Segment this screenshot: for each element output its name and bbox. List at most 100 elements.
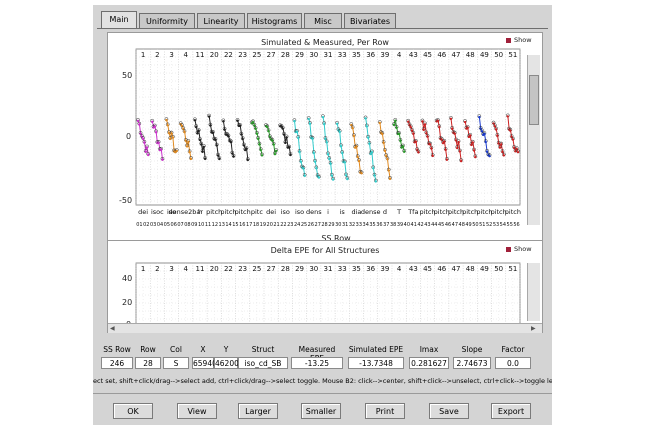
bottom-plot-canvas[interactable]: 1 2 3 4 11 20 22 23 25 27 28 29 30 31 33 35 36 39 4 43 45 46 4…	[108, 241, 542, 332]
bottom-column-label: 28	[281, 265, 290, 273]
bottom-vertical-scrollbar[interactable]	[527, 263, 540, 321]
table-value-8[interactable]: 0.281627	[409, 357, 449, 369]
smaller-button[interactable]: Smaller	[301, 403, 341, 419]
x-tick-label: 31	[342, 222, 348, 228]
bottom-column-label: 20	[210, 265, 219, 273]
top-struct-labels: dei isoc isodense2barh pitchpitchpitch pitc d…	[138, 208, 521, 216]
top-column-label: 36	[366, 51, 375, 59]
x-tick-label: 05	[164, 222, 170, 228]
top-column-label: 46	[437, 51, 446, 59]
x-tick-label: 23	[287, 222, 293, 228]
table-value-3[interactable]: 65940	[192, 357, 217, 369]
struct-label: Tfa	[407, 208, 418, 216]
x-tick-label: 01	[136, 222, 142, 228]
scroll-left-arrow-icon[interactable]: ◀	[110, 325, 115, 332]
larger-button[interactable]: Larger	[238, 403, 278, 419]
x-tick-label: 55	[507, 222, 513, 228]
top-column-label: 48	[466, 51, 475, 59]
tab-main[interactable]: Main	[101, 11, 137, 28]
x-tick-label: 11	[205, 222, 211, 228]
ok-button[interactable]: OK	[113, 403, 153, 419]
x-tick-label: 42	[417, 222, 423, 228]
top-column-label: 47	[452, 51, 461, 59]
top-column-label: 3	[169, 51, 173, 59]
x-tick-label: 51	[479, 222, 485, 228]
top-column-label: 28	[281, 51, 290, 59]
bottom-horizontal-scrollbar[interactable]: ◀ ▶	[108, 323, 542, 333]
top-column-label: 39	[380, 51, 389, 59]
tab-linearity[interactable]: Linearity	[197, 13, 245, 28]
bottom-column-label: 49	[480, 265, 489, 273]
table-value-0[interactable]: 246	[101, 357, 133, 369]
x-tick-label: 45	[438, 222, 444, 228]
x-tick-label: 47	[452, 222, 458, 228]
bottom-column-label: 11	[196, 265, 205, 273]
table-header-4: Y	[223, 345, 229, 354]
button-divider	[93, 393, 552, 394]
save-button[interactable]: Save	[429, 403, 469, 419]
x-tick-label: 38	[390, 222, 396, 228]
struct-label: iso	[281, 208, 290, 216]
table-value-4[interactable]: 46200	[214, 357, 239, 369]
bottom-column-label: 46	[437, 265, 446, 273]
table-value-1[interactable]: 28	[135, 357, 161, 369]
bottom-column-label: 51	[508, 265, 517, 273]
x-tick-label: 56	[513, 222, 519, 228]
top-column-label: 4	[397, 51, 402, 59]
table-value-7[interactable]: -13.7348	[348, 357, 404, 369]
view-button[interactable]: View	[177, 403, 217, 419]
struct-label: i	[327, 208, 329, 216]
bottom-column-label: 27	[267, 265, 276, 273]
x-tick-label: 33	[356, 222, 362, 228]
top-column-label: 50	[494, 51, 503, 59]
x-tick-label: 40	[404, 222, 410, 228]
x-tick-label: 48	[459, 222, 465, 228]
table-value-5[interactable]: iso_cd_SB	[238, 357, 288, 369]
bottom-column-label: 45	[423, 265, 432, 273]
x-tick-label: 35	[369, 222, 375, 228]
table-value-6[interactable]: -13.25	[291, 357, 343, 369]
top-x-tick-labels: 01 02 03 04 05 06 07 08 09 10 11 12 13 14 15 16 17 18 19 20…	[136, 222, 520, 228]
table-value-10[interactable]: 0.0	[495, 357, 531, 369]
table-value-9[interactable]: 2.74673	[453, 357, 491, 369]
x-tick-label: 28	[321, 222, 327, 228]
x-tick-label: 04	[157, 222, 163, 228]
top-column-label: 2	[155, 51, 159, 59]
x-tick-label: 17	[246, 222, 252, 228]
x-tick-label: 52	[486, 222, 492, 228]
bottom-column-label: 2	[155, 265, 159, 273]
bottom-column-label: 1	[141, 265, 145, 273]
table-header-5: Struct	[251, 345, 275, 354]
top-plot-canvas[interactable]: 1 2 3 4 11 20 22 23 25 27 28 29 30 31 33 35 36 39 4 43 45 46 4…	[108, 33, 542, 246]
bottom-column-label: 39	[380, 265, 389, 273]
x-tick-label: 16	[239, 222, 245, 228]
tab-misc[interactable]: Misc	[304, 13, 342, 28]
export-button[interactable]: Export	[491, 403, 531, 419]
top-vertical-scrollbar[interactable]	[527, 55, 540, 225]
x-tick-label: 14	[225, 222, 231, 228]
x-tick-label: 25	[301, 222, 307, 228]
scroll-right-arrow-icon[interactable]: ▶	[531, 325, 536, 332]
tab-divider	[97, 28, 548, 29]
top-column-label: 4	[184, 51, 189, 59]
top-column-label: 43	[409, 51, 418, 59]
x-tick-label: 09	[191, 222, 197, 228]
bottom-column-label: 50	[494, 265, 503, 273]
tab-bivariates[interactable]: Bivariates	[344, 13, 396, 28]
bottom-column-label: 30	[309, 265, 318, 273]
table-value-2[interactable]: S	[163, 357, 189, 369]
x-tick-label: 34	[363, 222, 369, 228]
top-scroll-thumb[interactable]	[529, 75, 539, 125]
x-tick-label: 41	[411, 222, 417, 228]
top-column-label: 33	[338, 51, 347, 59]
tab-uniformity[interactable]: Uniformity	[139, 13, 195, 28]
bottom-column-label: 23	[238, 265, 247, 273]
x-tick-label: 18	[253, 222, 259, 228]
table-header-0: SS Row	[103, 345, 131, 354]
print-button[interactable]: Print	[365, 403, 405, 419]
x-tick-label: 06	[171, 222, 177, 228]
top-plot-panel: Simulated & Measured, Per Row Show 12341…	[107, 32, 543, 247]
tab-histograms[interactable]: Histograms	[247, 13, 302, 28]
top-y-tick-50: 50	[122, 71, 132, 80]
top-y-tick-0: 0	[126, 132, 131, 141]
